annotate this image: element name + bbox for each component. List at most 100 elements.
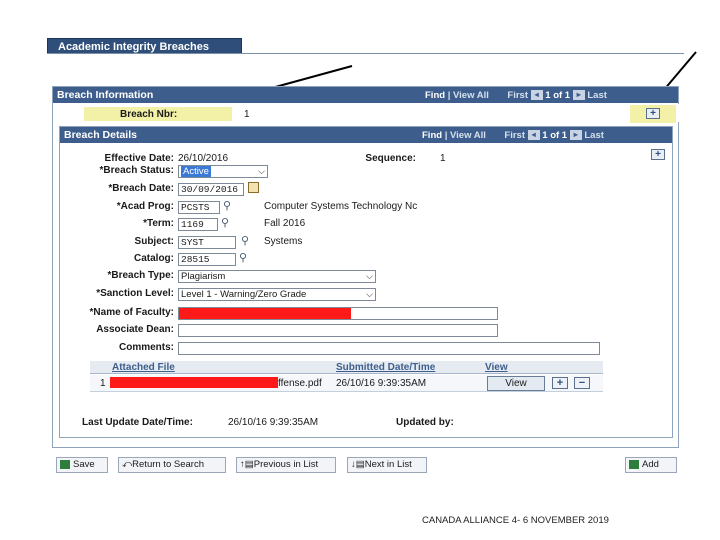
faculty-name-label: *Name of Faculty: bbox=[89, 307, 174, 318]
breach-type-label: *Breach Type: bbox=[107, 270, 174, 281]
last-update-value: 26/10/16 9:39:35AM bbox=[228, 417, 319, 428]
remove-attachment-button[interactable]: − bbox=[574, 377, 590, 389]
sanction-level-select[interactable]: Level 1 - Warning/Zero Grade ⌵ bbox=[178, 288, 376, 301]
down-arrow-icon: ↓▤ bbox=[351, 459, 365, 470]
last-update-label: Last Update Date/Time: bbox=[82, 417, 193, 428]
footer-caption: CANADA ALLIANCE 4- 6 NOVEMBER 2019 bbox=[422, 515, 609, 526]
first-arrow-icon[interactable]: ◂ bbox=[527, 130, 540, 141]
associate-dean-input[interactable] bbox=[178, 324, 498, 337]
sequence-value: 1 bbox=[440, 153, 446, 164]
breach-date-input[interactable]: 30/09/2016 bbox=[178, 183, 244, 196]
add-row-button[interactable]: + bbox=[646, 108, 660, 119]
first-link[interactable]: First bbox=[504, 130, 525, 141]
term-input[interactable]: 1169 bbox=[178, 218, 218, 231]
view-attachment-button[interactable]: View bbox=[487, 376, 545, 391]
return-to-search-button[interactable]: ⤺Return to Search bbox=[118, 457, 226, 473]
comments-label: Comments: bbox=[118, 342, 174, 353]
breach-type-select[interactable]: Plagiarism ⌵ bbox=[178, 270, 376, 283]
page-tab[interactable]: Academic Integrity Breaches bbox=[47, 38, 242, 54]
save-icon bbox=[60, 459, 70, 469]
find-link[interactable]: Find bbox=[425, 90, 445, 101]
previous-label: Previous in List bbox=[253, 459, 319, 470]
breach-status-select[interactable]: Active ⌵ bbox=[178, 165, 268, 178]
acad-prog-description: Computer Systems Technology Nc bbox=[264, 201, 418, 212]
chevron-down-icon: ⌵ bbox=[258, 166, 265, 176]
save-button[interactable]: Save bbox=[56, 457, 108, 473]
add-button[interactable]: Add bbox=[625, 457, 677, 473]
sanction-level-label: *Sanction Level: bbox=[96, 288, 174, 299]
redacted-file-name bbox=[110, 377, 278, 388]
breach-status-value: Active bbox=[181, 166, 211, 177]
return-label: Return to Search bbox=[132, 459, 204, 470]
view-all-link[interactable]: View All bbox=[453, 90, 489, 101]
breach-date-label: *Breach Date: bbox=[108, 183, 174, 194]
chevron-down-icon: ⌵ bbox=[366, 289, 373, 299]
effective-date-label: Effective Date: bbox=[104, 153, 174, 164]
add-detail-button[interactable]: + bbox=[651, 149, 665, 160]
breach-details-panel: Breach Details Find | View All First ◂ 1… bbox=[59, 126, 673, 438]
breach-information-title: Breach Information bbox=[57, 89, 154, 101]
tab-divider bbox=[47, 53, 684, 54]
attached-file-name[interactable]: ffense.pdf bbox=[278, 378, 322, 389]
add-icon bbox=[629, 459, 639, 469]
next-label: Next in List bbox=[364, 459, 412, 470]
sequence-label: Sequence: bbox=[365, 153, 416, 164]
subject-input[interactable]: SYST bbox=[178, 236, 236, 249]
redacted-faculty-name bbox=[179, 308, 351, 319]
catalog-input[interactable]: 28515 bbox=[178, 253, 236, 266]
breach-information-panel: Breach Information Find | View All First… bbox=[52, 86, 679, 448]
col-submitted-date[interactable]: Submitted Date/Time bbox=[336, 362, 435, 373]
up-arrow-icon: ↑▤ bbox=[240, 459, 254, 470]
col-attached-file[interactable]: Attached File bbox=[112, 362, 175, 373]
last-link[interactable]: Last bbox=[584, 130, 604, 141]
effective-date-value: 26/10/2016 bbox=[178, 153, 229, 164]
acad-prog-input[interactable]: PCSTS bbox=[178, 201, 220, 214]
last-arrow-icon[interactable]: ▸ bbox=[569, 130, 582, 141]
find-link[interactable]: Find bbox=[422, 130, 442, 141]
breach-details-nav: Find | View All First ◂ 1 of 1 ▸ Last bbox=[422, 130, 604, 141]
last-arrow-icon[interactable]: ▸ bbox=[572, 90, 585, 101]
breach-details-title: Breach Details bbox=[64, 129, 137, 141]
subject-description: Systems bbox=[264, 236, 303, 247]
last-link[interactable]: Last bbox=[587, 90, 607, 101]
add-label: Add bbox=[642, 459, 659, 470]
updated-by-label: Updated by: bbox=[396, 417, 454, 428]
search-icon[interactable]: ⚲ bbox=[223, 199, 231, 212]
breach-nbr-label: Breach Nbr: bbox=[84, 107, 232, 121]
attachments-grid-header: Attached File Submitted Date/Time View bbox=[90, 361, 603, 374]
breach-status-label: *Breach Status: bbox=[99, 165, 174, 176]
row-index: 1 bbox=[100, 378, 106, 389]
search-icon[interactable]: ⚲ bbox=[239, 251, 247, 264]
previous-in-list-button[interactable]: ↑▤Previous in List bbox=[236, 457, 336, 473]
search-icon[interactable]: ⚲ bbox=[221, 216, 229, 229]
acad-prog-label: *Acad Prog: bbox=[116, 201, 174, 212]
breach-information-header: Breach Information Find | View All First… bbox=[53, 87, 678, 103]
catalog-label: Catalog: bbox=[134, 253, 174, 264]
comments-input[interactable] bbox=[178, 342, 600, 355]
first-link[interactable]: First bbox=[507, 90, 528, 101]
calendar-icon[interactable] bbox=[248, 182, 259, 193]
breach-nbr-row: Breach Nbr: 1 bbox=[54, 104, 679, 122]
table-row: 1 ffense.pdf 26/10/16 9:39:35AM View + − bbox=[90, 375, 603, 392]
next-in-list-button[interactable]: ↓▤Next in List bbox=[347, 457, 427, 473]
breach-information-nav: Find | View All First ◂ 1 of 1 ▸ Last bbox=[425, 90, 607, 101]
view-all-link[interactable]: View All bbox=[450, 130, 486, 141]
submitted-date-value: 26/10/16 9:39:35AM bbox=[336, 378, 427, 389]
col-view[interactable]: View bbox=[485, 362, 508, 373]
pager-text: 1 of 1 bbox=[545, 90, 571, 101]
pager-text: 1 of 1 bbox=[542, 130, 568, 141]
search-icon[interactable]: ⚲ bbox=[241, 234, 249, 247]
term-label: *Term: bbox=[143, 218, 174, 229]
save-label: Save bbox=[73, 459, 95, 470]
return-icon: ⤺ bbox=[122, 459, 133, 470]
first-arrow-icon[interactable]: ◂ bbox=[530, 90, 543, 101]
add-button-highlight: + bbox=[630, 105, 676, 123]
sanction-level-value: Level 1 - Warning/Zero Grade bbox=[181, 289, 307, 300]
breach-details-header: Breach Details Find | View All First ◂ 1… bbox=[60, 127, 672, 143]
breach-type-value: Plagiarism bbox=[181, 271, 226, 282]
add-attachment-button[interactable]: + bbox=[552, 377, 568, 389]
subject-label: Subject: bbox=[134, 236, 174, 247]
associate-dean-label: Associate Dean: bbox=[96, 324, 174, 335]
breach-nbr-value: 1 bbox=[244, 109, 250, 120]
term-description: Fall 2016 bbox=[264, 218, 306, 229]
